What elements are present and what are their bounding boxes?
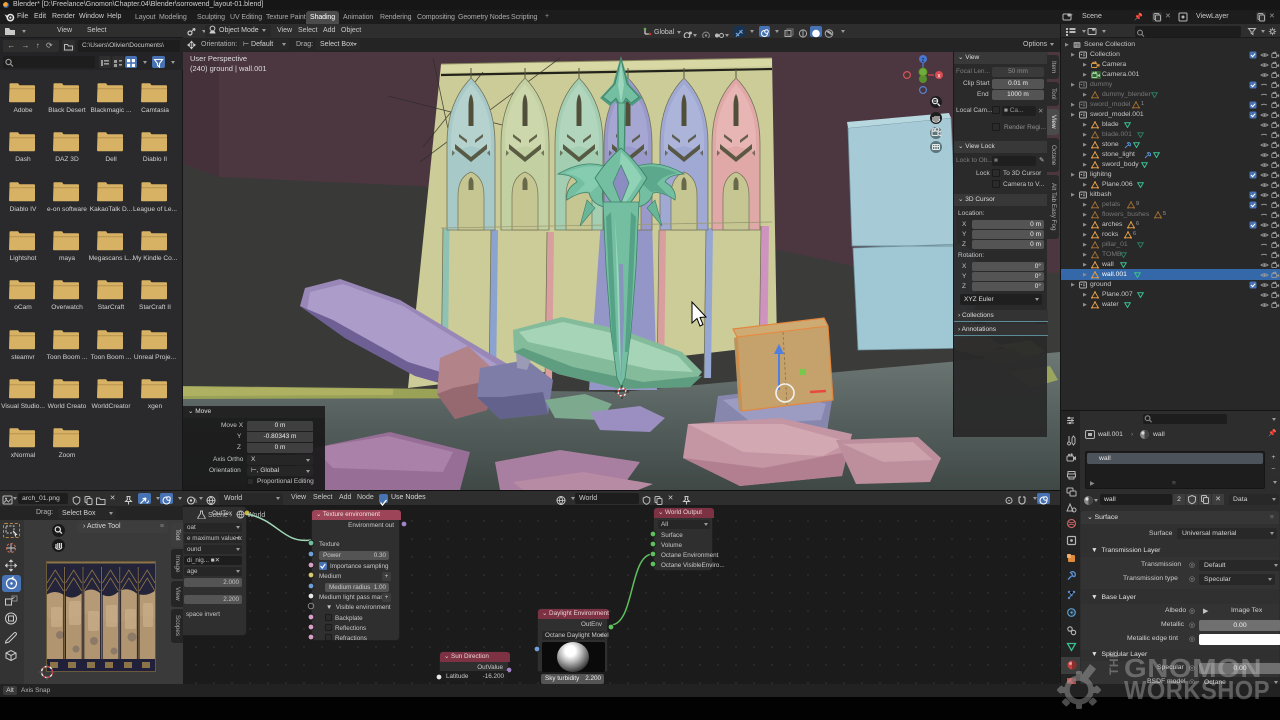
svg-text:User Perspective: User Perspective xyxy=(190,54,247,63)
svg-text:z: z xyxy=(922,58,925,64)
svg-text:(240) ground | wall.001: (240) ground | wall.001 xyxy=(190,64,267,73)
svg-text:WORKSHOP: WORKSHOP xyxy=(1124,675,1270,705)
svg-text:THE: THE xyxy=(1107,650,1121,676)
svg-text:x: x xyxy=(938,74,941,80)
